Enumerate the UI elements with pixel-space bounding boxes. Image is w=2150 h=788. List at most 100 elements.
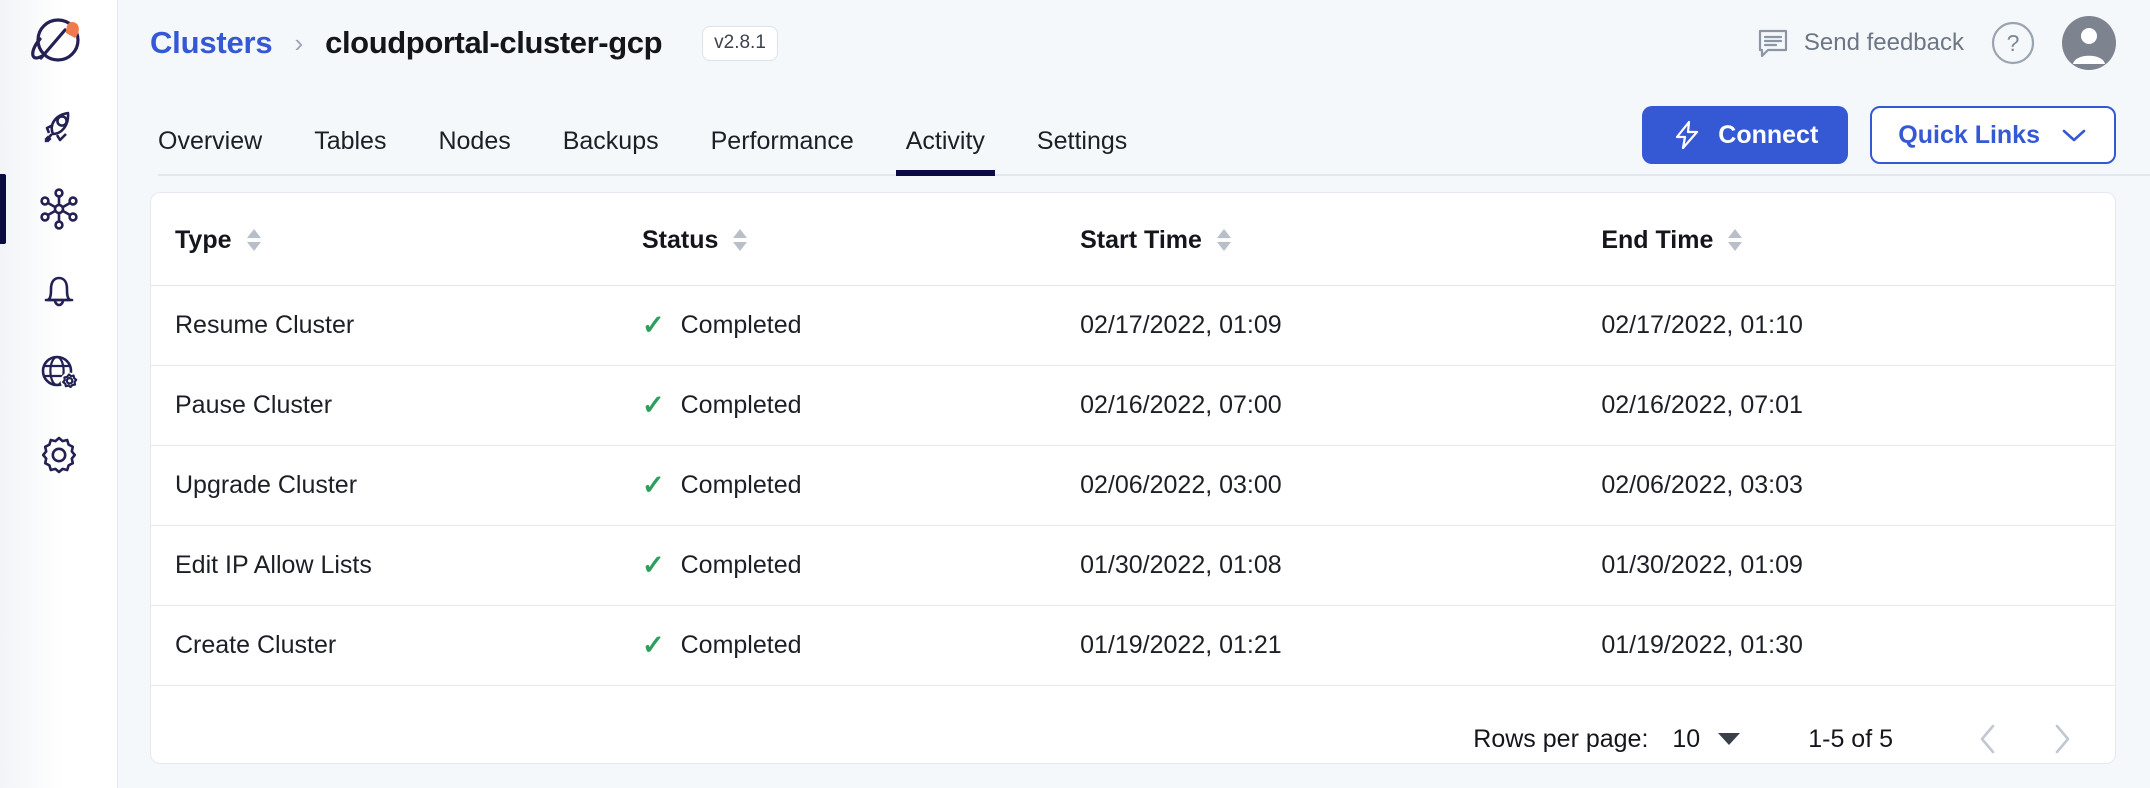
- sidebar-item-clusters[interactable]: [0, 168, 117, 250]
- column-header-type[interactable]: Type: [151, 193, 642, 286]
- quick-links-button[interactable]: Quick Links: [1870, 106, 2116, 164]
- cell-start-time: 01/19/2022, 01:21: [1080, 605, 1602, 686]
- sidebar-item-network[interactable]: [0, 332, 117, 414]
- cell-end-time: 02/16/2022, 07:01: [1601, 365, 2115, 446]
- column-header-start-time[interactable]: Start Time: [1080, 193, 1602, 286]
- status-label: Completed: [680, 391, 802, 419]
- rows-per-page-label: Rows per page:: [1473, 724, 1649, 753]
- help-button[interactable]: ?: [1990, 20, 2036, 66]
- column-label-type: Type: [175, 225, 232, 254]
- tab-settings[interactable]: Settings: [1011, 129, 1153, 176]
- version-badge: v2.8.1: [702, 25, 778, 61]
- avatar[interactable]: [2062, 16, 2116, 70]
- breadcrumb: Clusters › cloudportal-cluster-gcp v2.8.…: [150, 25, 778, 61]
- table-header-row: Type Status Start Time End Time: [151, 193, 2115, 286]
- user-avatar-icon: [2062, 16, 2116, 70]
- app-root: Clusters › cloudportal-cluster-gcp v2.8.…: [0, 0, 2150, 788]
- sidebar-item-alerts[interactable]: [0, 250, 117, 332]
- status-label: Completed: [680, 631, 802, 659]
- cell-start-time: 02/16/2022, 07:00: [1080, 365, 1602, 446]
- chevron-right-icon: [2055, 724, 2070, 754]
- page-title: cloudportal-cluster-gcp: [325, 25, 663, 60]
- column-label-end-time: End Time: [1601, 225, 1714, 254]
- top-bar: Clusters › cloudportal-cluster-gcp v2.8.…: [118, 0, 2150, 86]
- cell-status: ✓ Completed: [642, 445, 1081, 526]
- tab-performance[interactable]: Performance: [685, 129, 880, 176]
- status-check-icon: ✓: [642, 630, 665, 660]
- lightning-bolt-icon: [1676, 120, 1699, 150]
- gear-icon: [41, 436, 76, 474]
- table-head: Type Status Start Time End Time: [151, 193, 2115, 286]
- cell-start-time: 01/30/2022, 01:08: [1080, 525, 1602, 606]
- cell-end-time: 02/17/2022, 01:10: [1601, 285, 2115, 366]
- rocket-icon: [43, 111, 69, 143]
- content-area: Type Status Start Time End Time Resume C…: [118, 176, 2150, 788]
- pagination: Rows per page: 10 1-5 of 5: [151, 686, 2115, 756]
- next-page-button[interactable]: [2047, 722, 2077, 756]
- tab-activity[interactable]: Activity: [880, 129, 1011, 176]
- svg-text:?: ?: [2007, 30, 2020, 56]
- send-feedback-button[interactable]: Send feedback: [1756, 26, 1964, 60]
- previous-page-button[interactable]: [1973, 722, 2003, 756]
- column-label-start-time: Start Time: [1080, 225, 1202, 254]
- cell-status: ✓ Completed: [642, 605, 1081, 686]
- chevron-down-icon: [2062, 129, 2086, 142]
- status-label: Completed: [680, 551, 802, 579]
- cell-start-time: 02/06/2022, 03:00: [1080, 445, 1602, 526]
- globe-settings-icon: [41, 355, 77, 390]
- column-header-status[interactable]: Status: [642, 193, 1081, 286]
- send-feedback-label: Send feedback: [1803, 29, 1964, 56]
- table-row[interactable]: Resume Cluster ✓ Completed 02/17/2022, 0…: [151, 285, 2115, 366]
- planet-rocket-logo-icon: [30, 18, 80, 62]
- sidebar: [0, 0, 118, 788]
- cell-start-time: 02/17/2022, 01:09: [1080, 285, 1602, 366]
- table-row[interactable]: Create Cluster ✓ Completed 01/19/2022, 0…: [151, 605, 2115, 686]
- cell-type: Resume Cluster: [151, 285, 642, 366]
- tabs-bar: Overview Tables Nodes Backups Performanc…: [118, 86, 2150, 176]
- cell-end-time: 01/30/2022, 01:09: [1601, 525, 2115, 606]
- cell-status: ✓ Completed: [642, 525, 1081, 606]
- status-label: Completed: [680, 471, 802, 499]
- breadcrumb-separator-icon: ›: [294, 28, 304, 58]
- sort-icon: [1728, 229, 1743, 251]
- column-label-status: Status: [642, 225, 719, 254]
- tab-overview[interactable]: Overview: [150, 129, 288, 176]
- column-header-end-time[interactable]: End Time: [1601, 193, 2115, 286]
- quick-links-label: Quick Links: [1898, 120, 2040, 149]
- rows-per-page-dropdown-icon[interactable]: [1718, 733, 1741, 745]
- table-body: Resume Cluster ✓ Completed 02/17/2022, 0…: [151, 285, 2115, 686]
- tab-nodes[interactable]: Nodes: [412, 129, 536, 176]
- status-check-icon: ✓: [642, 550, 665, 580]
- rows-per-page-value[interactable]: 10: [1672, 725, 1700, 754]
- table-row[interactable]: Upgrade Cluster ✓ Completed 02/06/2022, …: [151, 445, 2115, 526]
- sort-icon: [1216, 229, 1231, 251]
- status-check-icon: ✓: [642, 310, 665, 340]
- status-label: Completed: [680, 311, 802, 339]
- bell-icon: [44, 276, 73, 307]
- breadcrumb-clusters-link[interactable]: Clusters: [150, 25, 273, 61]
- sidebar-item-settings[interactable]: [0, 414, 117, 496]
- cluster-nodes-icon: [39, 188, 78, 230]
- status-check-icon: ✓: [642, 390, 665, 420]
- question-circle-icon: ?: [1991, 21, 2035, 65]
- chevron-left-icon: [1980, 724, 1995, 754]
- table-row[interactable]: Edit IP Allow Lists ✓ Completed 01/30/20…: [151, 525, 2115, 606]
- cell-end-time: 01/19/2022, 01:30: [1601, 605, 2115, 686]
- activity-card: Type Status Start Time End Time Resume C…: [150, 192, 2116, 764]
- main-area: Clusters › cloudportal-cluster-gcp v2.8.…: [118, 0, 2150, 788]
- connect-button[interactable]: Connect: [1642, 106, 1849, 164]
- sidebar-item-getting-started[interactable]: [0, 86, 117, 168]
- tab-list: Overview Tables Nodes Backups Performanc…: [150, 129, 1153, 176]
- cell-status: ✓ Completed: [642, 285, 1081, 366]
- tab-tables[interactable]: Tables: [288, 129, 412, 176]
- cell-type: Create Cluster: [151, 605, 642, 686]
- topbar-actions: Send feedback ?: [1756, 16, 2116, 70]
- sidebar-nav: [0, 86, 117, 496]
- cell-type: Upgrade Cluster: [151, 445, 642, 526]
- tab-actions: Connect Quick Links: [1642, 106, 2116, 176]
- activity-table: Type Status Start Time End Time Resume C…: [151, 193, 2115, 686]
- table-row[interactable]: Pause Cluster ✓ Completed 02/16/2022, 07…: [151, 365, 2115, 446]
- app-logo[interactable]: [0, 0, 117, 86]
- cell-type: Edit IP Allow Lists: [151, 525, 642, 606]
- tab-backups[interactable]: Backups: [537, 129, 685, 176]
